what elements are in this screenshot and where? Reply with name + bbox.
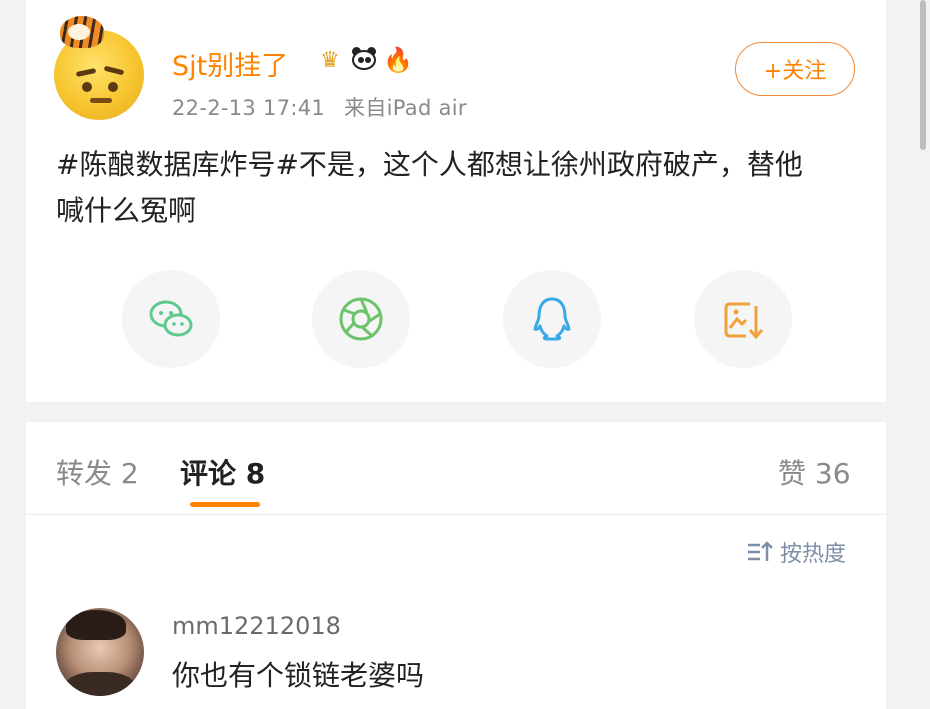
post-timestamp: 22-2-13 17:41 bbox=[172, 96, 326, 120]
share-moments-button[interactable] bbox=[312, 270, 410, 368]
active-tab-indicator bbox=[190, 502, 260, 507]
username[interactable]: Sjt别挂了 bbox=[172, 44, 288, 83]
qq-icon bbox=[533, 297, 571, 341]
tab-comments[interactable]: 评论 8 bbox=[180, 452, 265, 492]
tiger-face bbox=[68, 24, 90, 40]
user-avatar[interactable] bbox=[54, 16, 144, 120]
crown-icon[interactable]: ♛ bbox=[316, 46, 344, 74]
follow-button[interactable]: +关注 bbox=[735, 42, 855, 96]
share-save-image-button[interactable] bbox=[694, 270, 792, 368]
mouth bbox=[90, 98, 112, 103]
panda-icon[interactable] bbox=[350, 46, 378, 74]
share-qq-button[interactable] bbox=[503, 270, 601, 368]
sort-label: 按热度 bbox=[780, 542, 847, 567]
comment-username[interactable]: mm12212018 bbox=[172, 612, 341, 640]
eye-right bbox=[108, 82, 118, 92]
share-wechat-button[interactable] bbox=[122, 270, 220, 368]
save-image-icon bbox=[724, 302, 764, 340]
fire-icon[interactable]: 🔥 bbox=[383, 46, 413, 74]
tab-bar bbox=[26, 422, 886, 515]
eyebrow-left bbox=[75, 67, 97, 78]
tab-repost[interactable]: 转发 2 bbox=[56, 452, 139, 492]
moments-icon bbox=[339, 297, 383, 341]
post-body: #陈酿数据库炸号#不是，这个人都想让徐州政府破产，替他喊什么冤啊 bbox=[56, 148, 803, 227]
commenter-avatar[interactable] bbox=[56, 608, 144, 696]
post-source: 来自iPad air bbox=[344, 96, 467, 120]
wechat-icon bbox=[149, 300, 193, 337]
eyebrow-right bbox=[103, 65, 125, 76]
tab-likes[interactable]: 赞 36 bbox=[778, 452, 851, 492]
scrollbar[interactable] bbox=[920, 0, 926, 150]
sort-icon bbox=[748, 541, 773, 561]
comment-text: 你也有个锁链老婆吗 bbox=[172, 659, 425, 692]
sort-button[interactable]: 按热度 bbox=[746, 536, 846, 568]
eye-left bbox=[82, 82, 92, 92]
user-badges: ♛ 🔥 bbox=[316, 46, 413, 74]
post-meta: 22-2-13 17:41 来自iPad air bbox=[172, 92, 479, 122]
